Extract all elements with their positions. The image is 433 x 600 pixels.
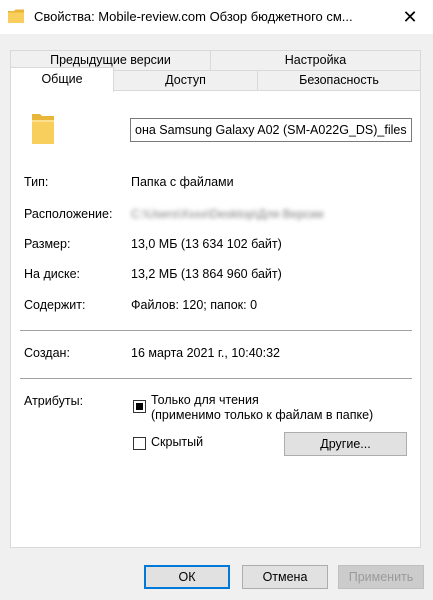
size-label: Размер:	[24, 237, 71, 251]
ondisk-label: На диске:	[24, 267, 81, 281]
indeterminate-mark	[136, 403, 143, 410]
hidden-label: Скрытый	[151, 435, 204, 449]
tab-general[interactable]: Общие	[10, 67, 114, 92]
ondisk-value: 13,2 МБ (13 864 960 байт)	[131, 267, 282, 281]
close-button[interactable]: ✕	[387, 0, 433, 34]
tab-label: Настройка	[284, 53, 347, 67]
location-label: Расположение:	[24, 207, 113, 221]
hidden-checkbox[interactable]	[133, 437, 146, 450]
other-attributes-button[interactable]: Другие...	[284, 432, 407, 456]
size-value: 13,0 МБ (13 634 102 байт)	[131, 237, 282, 251]
close-icon: ✕	[402, 6, 418, 27]
type-value: Папка с файлами	[131, 175, 234, 189]
folder-name-input[interactable]	[130, 118, 412, 142]
created-label: Создан:	[24, 346, 70, 360]
properties-window: Свойства: Mobile-review.com Обзор бюджет…	[0, 0, 433, 600]
readonly-label-line2: (применимо только к файлам в папке)	[151, 408, 374, 422]
readonly-label-line1: Только для чтения	[151, 393, 259, 407]
window-title: Свойства: Mobile-review.com Обзор бюджет…	[34, 9, 353, 24]
divider	[20, 330, 412, 331]
attributes-label: Атрибуты:	[24, 394, 84, 408]
readonly-checkbox[interactable]	[133, 400, 146, 413]
folder-icon	[8, 9, 24, 23]
tab-settings[interactable]: Настройка	[210, 50, 421, 71]
folder-icon	[32, 114, 54, 144]
cancel-button[interactable]: Отмена	[242, 565, 328, 589]
readonly-label: Только для чтения (применимо только к фа…	[151, 393, 373, 423]
tab-label: Предыдущие версии	[50, 53, 171, 67]
type-label: Тип:	[24, 175, 49, 189]
tab-label: Доступ	[165, 73, 206, 87]
location-value: C:\Users\Xxxx\Desktop\Для Версии	[131, 207, 324, 221]
ok-button[interactable]: ОК	[144, 565, 230, 589]
tab-access[interactable]: Доступ	[113, 70, 258, 91]
tab-label: Безопасность	[299, 73, 379, 87]
created-value: 16 марта 2021 г., 10:40:32	[131, 346, 280, 360]
general-panel	[10, 90, 421, 548]
contains-value: Файлов: 120; папок: 0	[131, 298, 258, 312]
apply-button[interactable]: Применить	[338, 565, 424, 589]
contains-label: Содержит:	[24, 298, 86, 312]
tab-label: Общие	[41, 72, 83, 86]
divider	[20, 378, 412, 379]
tab-security[interactable]: Безопасность	[257, 70, 421, 91]
title-bar[interactable]: Свойства: Mobile-review.com Обзор бюджет…	[0, 0, 433, 34]
